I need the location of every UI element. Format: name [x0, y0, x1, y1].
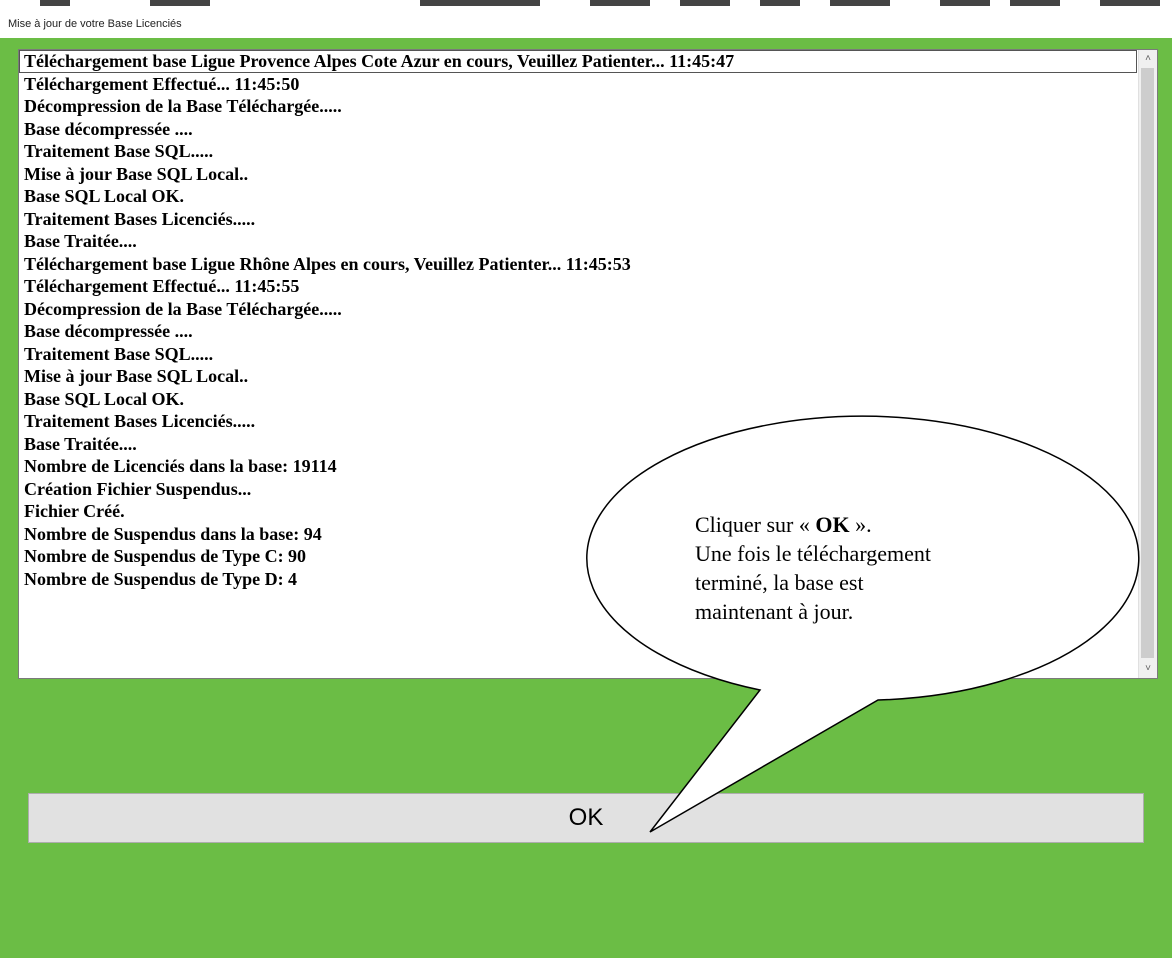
callout-line-2: Une fois le téléchargement [695, 541, 931, 566]
log-line[interactable]: Téléchargement base Ligue Provence Alpes… [19, 50, 1137, 73]
callout-ok-emphasis: OK [815, 512, 850, 537]
log-line[interactable]: Base décompressée .... [19, 320, 1137, 343]
log-line[interactable]: Base décompressée .... [19, 118, 1137, 141]
callout-line-3: terminé, la base est [695, 570, 864, 595]
log-line[interactable]: Base Traitée.... [19, 230, 1137, 253]
log-line[interactable]: Téléchargement base Ligue Rhône Alpes en… [19, 253, 1137, 276]
dialog-client-area: Téléchargement base Ligue Provence Alpes… [0, 38, 1172, 958]
scroll-up-arrow-icon[interactable]: ˄ [1139, 50, 1157, 68]
log-line[interactable]: Base SQL Local OK. [19, 185, 1137, 208]
log-line[interactable]: Traitement Bases Licenciés..... [19, 410, 1137, 433]
title-bar: Mise à jour de votre Base Licenciés [0, 6, 1172, 38]
log-line[interactable]: Base SQL Local OK. [19, 388, 1137, 411]
callout-line-1: Cliquer sur « OK ». [695, 512, 872, 537]
log-line[interactable]: Téléchargement Effectué... 11:45:50 [19, 73, 1137, 96]
window-title: Mise à jour de votre Base Licenciés [8, 18, 182, 30]
log-line[interactable]: Mise à jour Base SQL Local.. [19, 365, 1137, 388]
log-line[interactable]: Décompression de la Base Téléchargée....… [19, 95, 1137, 118]
callout-line-4: maintenant à jour. [695, 599, 854, 624]
log-line[interactable]: Traitement Base SQL..... [19, 343, 1137, 366]
log-line[interactable]: Téléchargement Effectué... 11:45:55 [19, 275, 1137, 298]
log-line[interactable]: Création Fichier Suspendus... [19, 478, 1137, 501]
scroll-down-arrow-icon[interactable]: ˅ [1139, 660, 1157, 678]
vertical-scrollbar[interactable]: ˄ ˅ [1138, 50, 1157, 678]
log-line[interactable]: Traitement Base SQL..... [19, 140, 1137, 163]
callout-text: Cliquer sur « OK ». Une fois le téléchar… [695, 510, 1135, 626]
log-line[interactable]: Traitement Bases Licenciés..... [19, 208, 1137, 231]
ok-button[interactable]: OK [28, 793, 1144, 843]
log-line[interactable]: Base Traitée.... [19, 433, 1137, 456]
log-line[interactable]: Mise à jour Base SQL Local.. [19, 163, 1137, 186]
log-line[interactable]: Nombre de Licenciés dans la base: 19114 [19, 455, 1137, 478]
log-list: Téléchargement base Ligue Provence Alpes… [19, 50, 1137, 590]
scrollbar-thumb[interactable] [1141, 68, 1154, 658]
log-line[interactable]: Décompression de la Base Téléchargée....… [19, 298, 1137, 321]
